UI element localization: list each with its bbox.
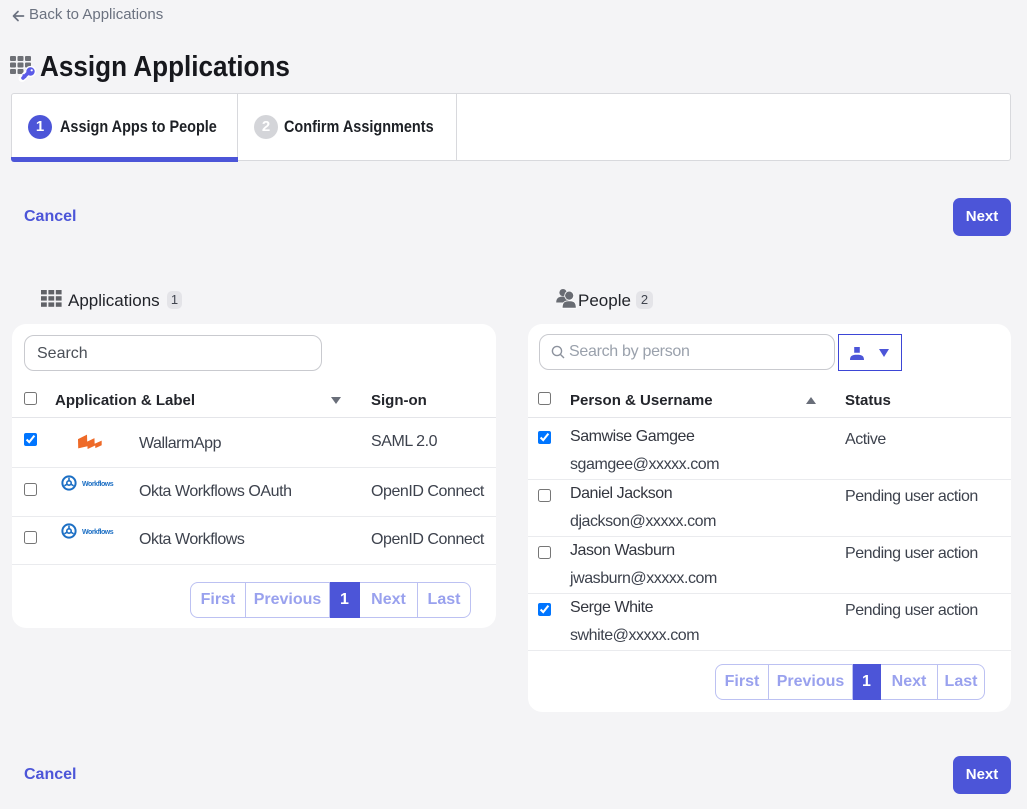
svg-text:Workflows: Workflows [82, 529, 114, 536]
svg-text:Workflows: Workflows [82, 480, 114, 487]
